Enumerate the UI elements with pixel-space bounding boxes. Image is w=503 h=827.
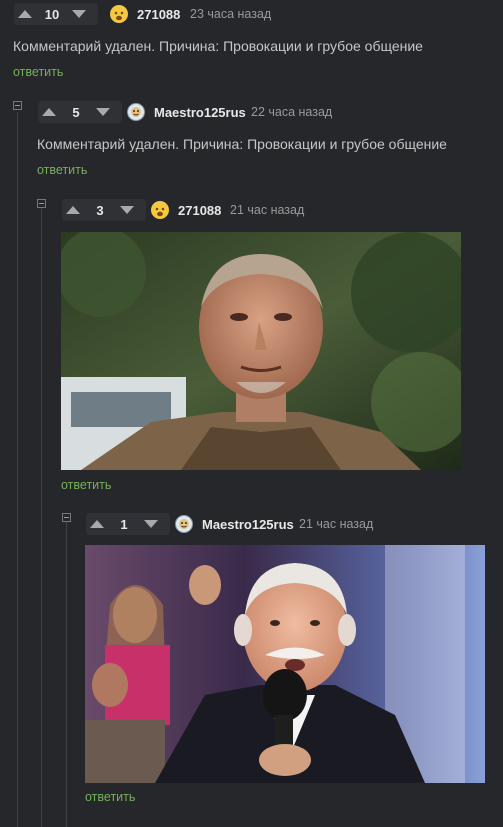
downvote-button[interactable] xyxy=(92,101,114,123)
comment-timestamp[interactable]: 22 часа назад xyxy=(251,105,332,119)
arrow-up-icon xyxy=(42,108,56,116)
comment-image-host-with-microphone[interactable] xyxy=(85,545,485,783)
upvote-button[interactable] xyxy=(62,199,84,221)
collapse-thread-button[interactable] xyxy=(62,513,71,522)
upvote-button[interactable] xyxy=(14,3,36,25)
arrow-down-icon xyxy=(120,206,134,214)
comment-score: 3 xyxy=(96,202,104,218)
comment-text: Комментарий удален. Причина: Провокации … xyxy=(37,136,447,152)
comment-score: 10 xyxy=(44,6,60,22)
reply-link[interactable]: ответить xyxy=(13,65,63,79)
reply-link[interactable]: ответить xyxy=(61,478,111,492)
user-avatar[interactable] xyxy=(110,5,128,23)
comment-timestamp[interactable]: 21 час назад xyxy=(230,203,304,217)
arrow-up-icon xyxy=(18,10,32,18)
downvote-button[interactable] xyxy=(68,3,90,25)
reply-link[interactable]: ответить xyxy=(85,790,135,804)
yawning-face-icon xyxy=(155,207,165,217)
thread-line-level2 xyxy=(41,208,42,827)
vote-widget: 5 xyxy=(38,101,122,123)
user-avatar[interactable] xyxy=(127,103,145,121)
comment-score: 1 xyxy=(120,516,128,532)
downvote-button[interactable] xyxy=(116,199,138,221)
vote-widget: 10 xyxy=(14,3,98,25)
face-avatar-icon xyxy=(131,107,141,117)
arrow-up-icon xyxy=(66,206,80,214)
arrow-down-icon xyxy=(96,108,110,116)
tv-host-photo xyxy=(85,545,485,783)
comment-score: 5 xyxy=(72,104,80,120)
upvote-button[interactable] xyxy=(86,513,108,535)
comment-username[interactable]: Maestro125rus xyxy=(154,105,246,120)
thread-line-level1 xyxy=(17,112,18,827)
comment-timestamp[interactable]: 23 часа назад xyxy=(190,7,271,21)
portrait-photo xyxy=(61,232,461,470)
face-avatar-icon xyxy=(179,519,189,529)
comment-username[interactable]: Maestro125rus xyxy=(202,517,294,532)
comment-username[interactable]: 271088 xyxy=(137,7,180,22)
thread-line-level3 xyxy=(66,522,67,827)
comment-image-man-portrait[interactable] xyxy=(61,232,461,470)
comment-username[interactable]: 271088 xyxy=(178,203,221,218)
user-avatar[interactable] xyxy=(175,515,193,533)
downvote-button[interactable] xyxy=(140,513,162,535)
user-avatar[interactable] xyxy=(151,201,169,219)
arrow-up-icon xyxy=(90,520,104,528)
arrow-down-icon xyxy=(144,520,158,528)
vote-widget: 3 xyxy=(62,199,146,221)
reply-link[interactable]: ответить xyxy=(37,163,87,177)
upvote-button[interactable] xyxy=(38,101,60,123)
comment-text: Комментарий удален. Причина: Провокации … xyxy=(13,38,423,54)
yawning-face-icon xyxy=(114,11,124,21)
arrow-down-icon xyxy=(72,10,86,18)
collapse-thread-button[interactable] xyxy=(13,101,22,110)
vote-widget: 1 xyxy=(86,513,170,535)
comment-timestamp[interactable]: 21 час назад xyxy=(299,517,373,531)
collapse-thread-button[interactable] xyxy=(37,199,46,208)
